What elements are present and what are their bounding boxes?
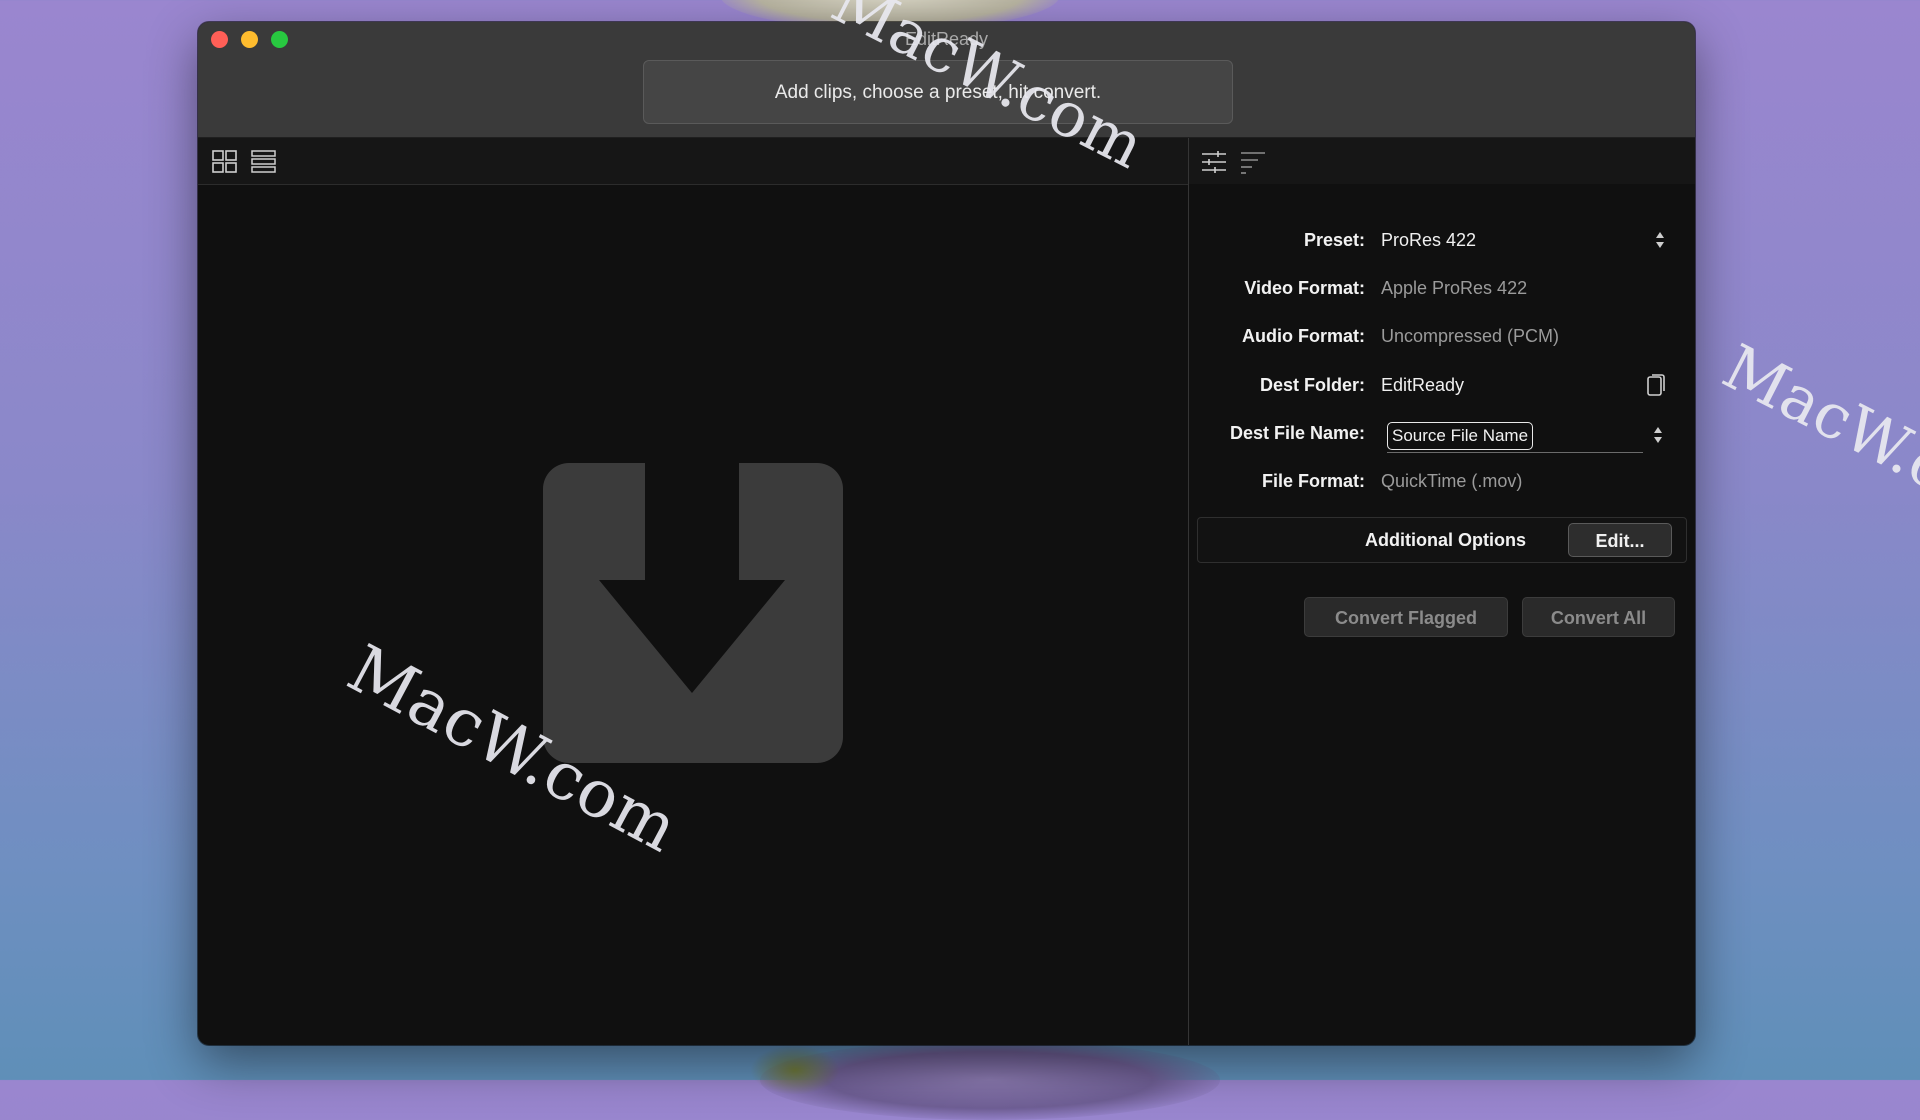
settings-toolbar	[1189, 138, 1695, 184]
dest-file-name-row: Dest File Name: Source File Name	[1189, 418, 1695, 458]
title-bar: EditReady Add clips, choose a preset, hi…	[198, 22, 1695, 138]
dest-file-name-label: Dest File Name:	[1229, 423, 1365, 443]
convert-all-button[interactable]: Convert All	[1522, 597, 1675, 637]
edit-options-button[interactable]: Edit...	[1568, 523, 1672, 557]
list-view-icon[interactable]	[251, 150, 277, 174]
convert-flagged-button[interactable]: Convert Flagged	[1304, 597, 1508, 637]
audio-format-row: Audio Format: Uncompressed (PCM)	[1189, 321, 1695, 351]
additional-options-label: Additional Options	[1365, 530, 1526, 550]
app-window: EditReady Add clips, choose a preset, hi…	[198, 22, 1695, 1045]
preset-row[interactable]: Preset: ProRes 422	[1189, 225, 1695, 255]
sliders-icon[interactable]	[1201, 150, 1227, 174]
choose-folder-icon[interactable]	[1647, 373, 1665, 397]
drop-down-arrow-icon	[543, 463, 843, 763]
file-format-row: File Format: QuickTime (.mov)	[1189, 466, 1695, 496]
preset-label: Preset:	[1303, 230, 1365, 250]
sort-lines-icon[interactable]	[1240, 150, 1266, 174]
audio-format-value: Uncompressed (PCM)	[1381, 326, 1560, 346]
source-file-name-token[interactable]: Source File Name	[1387, 422, 1534, 450]
grid-view-icon[interactable]	[212, 150, 238, 174]
video-format-row: Video Format: Apple ProRes 422	[1189, 273, 1695, 303]
video-format-value: Apple ProRes 422	[1381, 278, 1528, 298]
file-format-label: File Format:	[1261, 471, 1365, 491]
status-message: Add clips, choose a preset, hit convert.	[643, 60, 1233, 124]
clip-toolbar	[198, 138, 1188, 185]
audio-format-label: Audio Format:	[1242, 326, 1365, 346]
dest-folder-label: Dest Folder:	[1259, 375, 1365, 395]
desktop-flower-leaf	[750, 1045, 840, 1095]
additional-options-box: Additional Options Edit...	[1197, 517, 1687, 563]
dest-folder-row: Dest Folder: EditReady	[1189, 370, 1695, 400]
preset-value[interactable]: ProRes 422	[1381, 225, 1476, 255]
watermark-right: MacW.c	[1711, 330, 1920, 506]
video-format-label: Video Format:	[1244, 278, 1365, 298]
window-title: EditReady	[904, 29, 989, 49]
dest-file-name-field[interactable]: Source File Name	[1387, 422, 1643, 453]
dest-folder-value: EditReady	[1381, 375, 1465, 395]
preset-stepper-icon[interactable]	[1655, 231, 1665, 249]
file-format-value: QuickTime (.mov)	[1381, 471, 1523, 491]
file-name-stepper-icon[interactable]	[1653, 426, 1663, 444]
